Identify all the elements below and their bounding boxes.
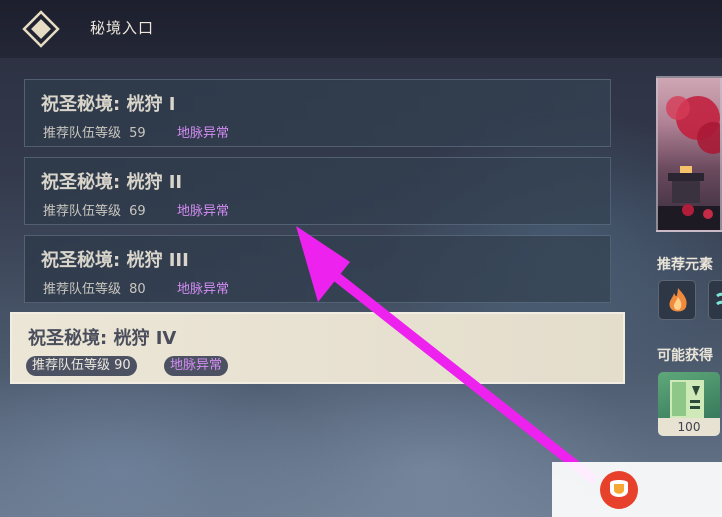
recommended-level: 推荐队伍等级 69 [43,200,146,219]
recommended-level-value: 69 [129,204,146,219]
recommended-level-value: 80 [129,282,146,297]
ley-line-badge: 地脉异常 [164,356,229,376]
recommended-level-value: 90 [114,358,131,373]
reward-count: 100 [658,418,720,436]
top-bar: 秘境入口 [0,0,722,58]
recommended-level: 推荐队伍等级 59 [43,122,146,141]
recommended-level-label: 推荐队伍等级 [32,358,111,373]
domain-card-3[interactable]: 祝圣秘境: 桄狩 III 推荐队伍等级 80 地脉异常 [24,235,611,303]
recommended-level: 推荐队伍等级 90 [26,356,137,376]
element-slot-anemo [708,280,722,320]
domain-name: 祝圣秘境: 桄狩 III [41,250,189,271]
recommended-level-label: 推荐队伍等级 [43,126,122,141]
anemo-icon [716,292,722,306]
recommended-level: 推荐队伍等级 80 [43,278,146,297]
recommended-level-label: 推荐队伍等级 [43,282,122,297]
ley-line-badge: 地脉异常 [177,126,230,141]
watermark-logo-icon [600,471,638,509]
pyro-icon [669,288,687,312]
domain-card-2[interactable]: 祝圣秘境: 桄狩 II 推荐队伍等级 69 地脉异常 [24,157,611,225]
page-title: 秘境入口 [90,19,155,37]
element-slot-pyro [658,280,696,320]
domain-name: 祝圣秘境: 桄狩 I [41,94,176,115]
recommended-level-label: 推荐队伍等级 [43,204,122,219]
recommended-level-value: 59 [129,126,146,141]
domain-card-1[interactable]: 祝圣秘境: 桄狩 I 推荐队伍等级 59 地脉异常 [24,79,611,147]
possible-rewards-label: 可能获得 [657,348,713,364]
book-icon [670,380,704,418]
domain-preview-image [656,76,722,232]
ley-line-badge: 地脉异常 [177,282,230,297]
recommended-elements-label: 推荐元素 [657,257,713,273]
domain-name: 祝圣秘境: 桄狩 II [41,172,183,193]
domain-name: 祝圣秘境: 桄狩 IV [28,328,177,349]
diamond-emblem-icon [22,10,60,48]
watermark [552,462,722,517]
ley-line-badge: 地脉异常 [177,204,230,219]
domain-card-4[interactable]: 祝圣秘境: 桄狩 IV 推荐队伍等级 90 地脉异常 [10,312,625,384]
